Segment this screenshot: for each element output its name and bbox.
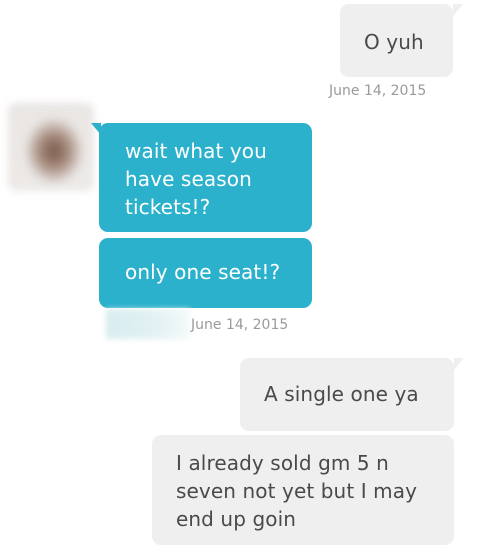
sender-name-redacted	[106, 309, 190, 339]
outgoing-message-bubble[interactable]: I already sold gm 5 n seven not yet but …	[152, 435, 454, 545]
bubble-tail	[454, 358, 464, 370]
bubble-tail	[453, 4, 463, 16]
incoming-message-bubble[interactable]: wait what you have season tickets!?	[99, 123, 312, 232]
bubble-tail	[91, 123, 101, 135]
message-text: I already sold gm 5 n seven not yet but …	[176, 451, 418, 531]
message-text: O yuh	[364, 30, 424, 54]
message-text: wait what you have season tickets!?	[125, 139, 267, 219]
outgoing-message-bubble[interactable]: O yuh	[340, 4, 453, 77]
message-text: A single one ya	[264, 382, 419, 406]
outgoing-message-bubble[interactable]: A single one ya	[240, 358, 454, 431]
avatar[interactable]	[8, 103, 94, 191]
timestamp: June 14, 2015	[191, 317, 289, 333]
timestamp: June 14, 2015	[329, 83, 427, 99]
incoming-message-bubble[interactable]: only one seat!?	[99, 238, 312, 308]
message-text: only one seat!?	[125, 260, 281, 284]
